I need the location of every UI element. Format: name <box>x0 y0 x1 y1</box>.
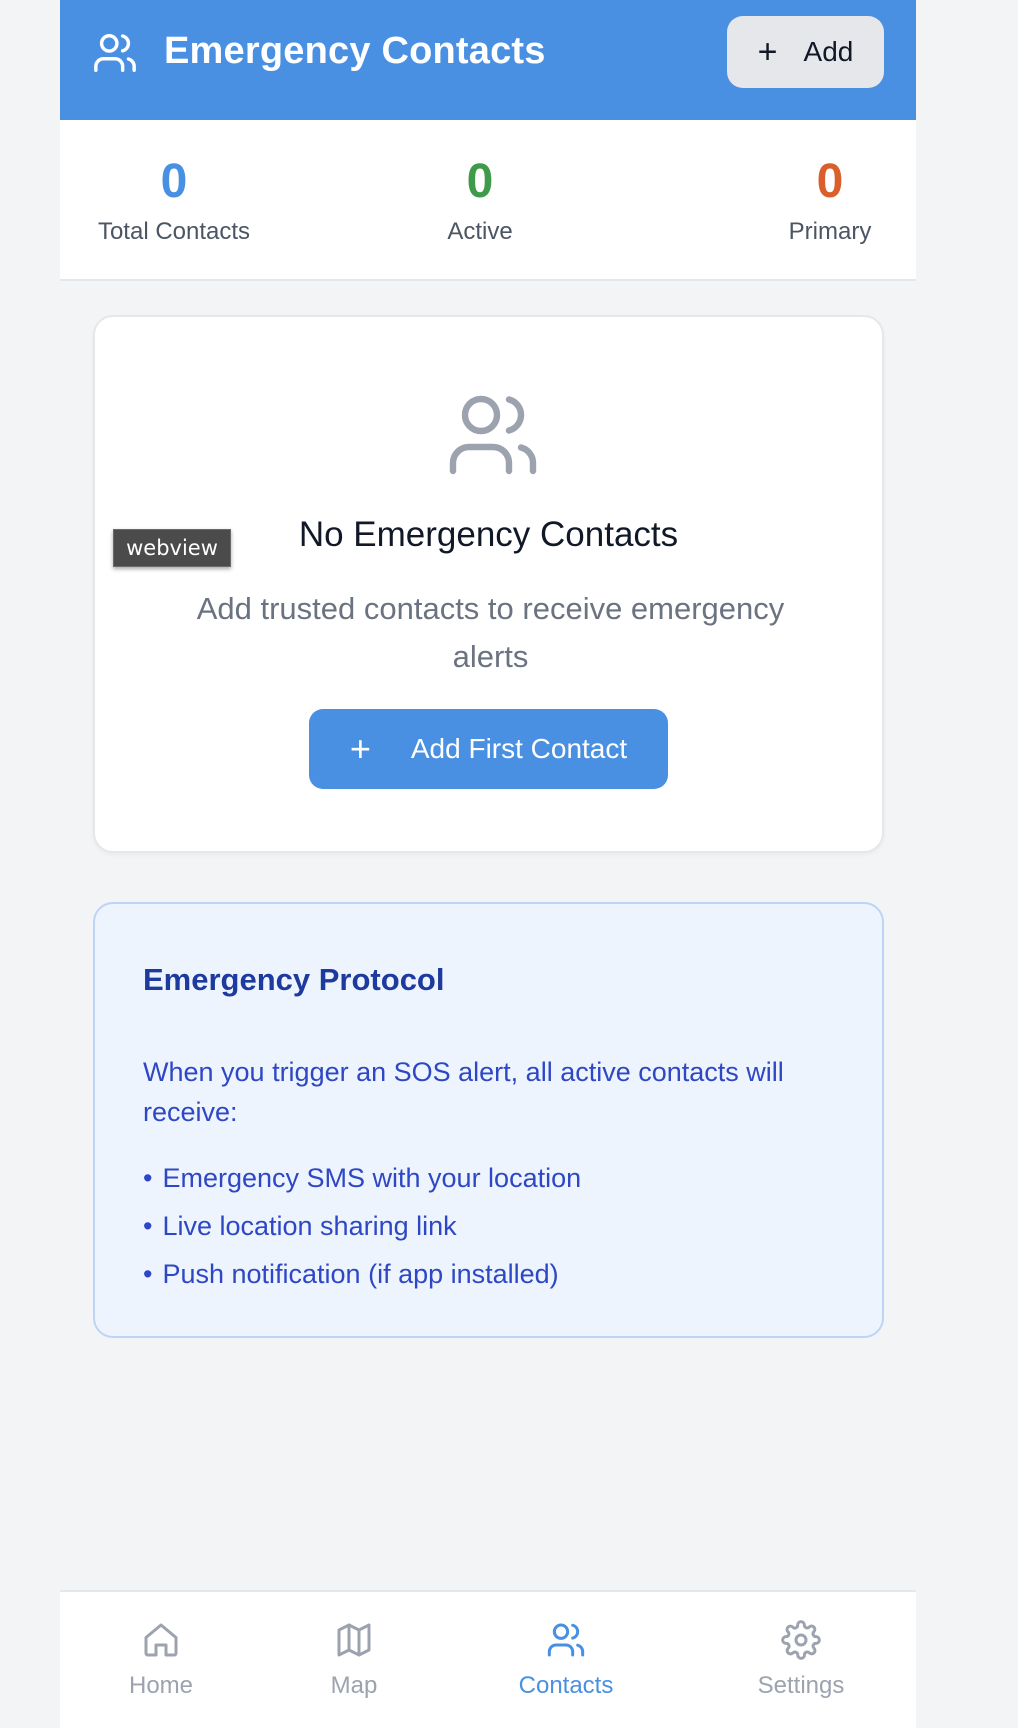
stat-active-contacts: 0 Active <box>374 158 586 246</box>
protocol-list: Emergency SMS with your location Live lo… <box>143 1154 581 1298</box>
header-bar: Emergency Contacts + Add <box>60 0 916 120</box>
stat-primary-contacts: 0 Primary <box>760 158 900 246</box>
nav-label-contacts: Contacts <box>518 1672 614 1699</box>
users-icon <box>449 395 537 475</box>
stat-active-label: Active <box>447 218 513 245</box>
add-contact-button[interactable]: + Add <box>727 16 884 88</box>
plus-icon: + <box>757 33 778 71</box>
stat-total-label: Total Contacts <box>97 218 251 245</box>
nav-item-settings[interactable]: Settings <box>721 1620 881 1700</box>
empty-state-description: Add trusted contacts to receive emergenc… <box>196 591 785 674</box>
stat-total-value: 0 <box>160 155 188 208</box>
stat-total-contacts: 0 Total Contacts <box>60 158 288 246</box>
empty-state-card: No Emergency Contacts Add trusted contac… <box>93 315 884 853</box>
home-icon <box>144 1623 178 1657</box>
stats-bar: 0 Total Contacts 0 Active 0 Primary <box>60 120 916 281</box>
list-item: Push notification (if app installed) <box>143 1250 581 1298</box>
stat-primary-value: 0 <box>816 155 844 208</box>
users-icon <box>94 34 136 72</box>
protocol-description: When you trigger an SOS alert, all activ… <box>143 1057 784 1127</box>
stat-active-value: 0 <box>466 155 494 208</box>
emergency-protocol-card: Emergency Protocol When you trigger an S… <box>93 902 884 1338</box>
list-item: Live location sharing link <box>143 1202 581 1250</box>
nav-label-settings: Settings <box>757 1672 845 1699</box>
nav-item-contacts[interactable]: Contacts <box>486 1620 646 1700</box>
users-icon <box>547 1623 585 1657</box>
add-button-label: Add <box>803 36 854 67</box>
add-first-contact-label: Add First Contact <box>410 733 628 764</box>
bottom-nav: Home Map Contacts Settings <box>60 1590 916 1728</box>
plus-icon: + <box>349 728 371 769</box>
app-screen: Emergency Contacts + Add 0 Total Contact… <box>60 0 916 1728</box>
protocol-title: Emergency Protocol <box>143 962 445 997</box>
webview-debug-tag: webview <box>113 529 231 567</box>
gear-icon <box>781 1620 821 1660</box>
map-icon <box>337 1623 371 1657</box>
nav-item-home[interactable]: Home <box>81 1620 241 1700</box>
page-title: Emergency Contacts <box>164 30 546 72</box>
nav-label-map: Map <box>330 1672 378 1699</box>
stat-primary-label: Primary <box>788 218 872 245</box>
nav-label-home: Home <box>128 1672 194 1699</box>
nav-item-map[interactable]: Map <box>274 1620 434 1700</box>
add-first-contact-button[interactable]: + Add First Contact <box>309 709 668 789</box>
list-item: Emergency SMS with your location <box>143 1154 581 1202</box>
